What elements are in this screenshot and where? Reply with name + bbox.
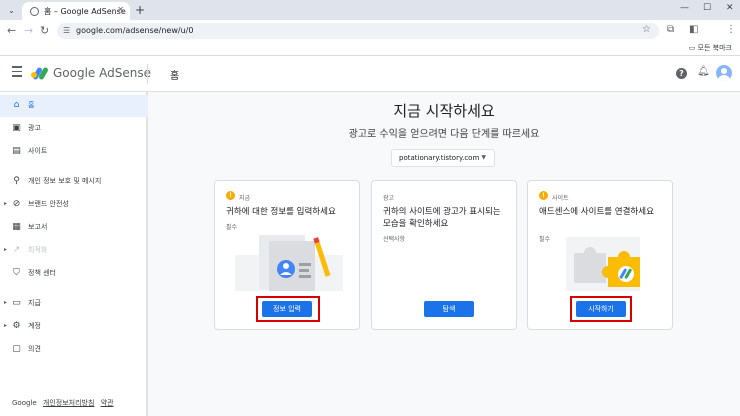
tab-title: 홈 – Google AdSense xyxy=(44,7,126,16)
sidebar-item-label: 브랜드 안전성 xyxy=(28,200,69,208)
terms-link[interactable]: 약관 xyxy=(101,399,114,407)
reload-icon[interactable]: ↻ xyxy=(40,24,49,37)
adsense-logo xyxy=(31,66,49,81)
site-selector-value: potationary.tistory.com xyxy=(399,154,480,162)
tab-close-icon[interactable]: ✕ xyxy=(117,5,124,14)
notifications-icon[interactable]: 🔔︎ xyxy=(697,66,710,77)
sidebar-item-account[interactable]: ▸ ⚙ 계정 xyxy=(0,316,147,338)
privacy-link[interactable]: 개인정보처리방침 xyxy=(43,399,95,407)
warning-icon: ! xyxy=(226,191,235,200)
close-window-icon[interactable]: ✕ xyxy=(726,3,734,13)
sidebar-item-label: 정책 센터 xyxy=(28,269,56,277)
expand-caret-icon: ▸ xyxy=(4,200,8,207)
payments-icon: ▭ xyxy=(12,298,21,308)
warning-icon: ! xyxy=(539,191,548,200)
new-tab-icon[interactable]: + xyxy=(135,3,145,17)
all-bookmarks[interactable]: ▭ 모든 북마크 xyxy=(689,43,732,53)
browser-menu-icon[interactable]: ⋮ xyxy=(726,24,736,35)
sidebar-item-policy-center[interactable]: ⛉ 정책 센터 xyxy=(0,263,147,285)
card-tag: 사이트 xyxy=(552,195,569,202)
bookmarks-bar: ▭ 모든 북마크 xyxy=(0,42,740,56)
browser-tab[interactable]: 홈 – Google AdSense ✕ xyxy=(22,2,130,20)
browser-toolbar: ← → ↻ ☰ google.com/adsense/new/u/0 ☆ ⧉ ◧… xyxy=(0,20,740,42)
sidebar-item-label: 사이트 xyxy=(28,147,48,155)
expand-caret-icon: ▸ xyxy=(4,322,8,329)
sidebar-item-label: 개인 정보 보호 및 메시지 xyxy=(28,177,102,185)
card-tag: 지금 xyxy=(239,195,251,202)
sidebar-item-label: 최적화 xyxy=(28,246,48,254)
sidebar-item-label: 홈 xyxy=(28,101,35,109)
sidebar-item-label: 의견 xyxy=(28,345,41,353)
highlight-box xyxy=(256,296,320,322)
sidebar-item-label: 계정 xyxy=(28,322,41,330)
footer-google: Google xyxy=(12,399,37,407)
url-text: google.com/adsense/new/u/0 xyxy=(76,26,194,35)
sidebar-item-label: 지급 xyxy=(28,299,41,307)
bookmark-star-icon[interactable]: ☆ xyxy=(642,24,651,35)
site-info-icon[interactable]: ☰ xyxy=(63,26,70,35)
card-title: 귀하의 사이트에 광고가 표시되는 모습을 확인하세요 xyxy=(383,207,501,229)
globe-icon xyxy=(30,7,39,16)
profile-form-illustration xyxy=(235,235,343,291)
block-icon: ⊘ xyxy=(12,199,21,209)
menu-icon[interactable] xyxy=(12,66,22,80)
back-icon[interactable]: ← xyxy=(7,24,16,37)
highlight-box xyxy=(570,296,632,322)
maximize-icon[interactable]: ☐ xyxy=(703,3,711,13)
sidebar-item-label: 광고 xyxy=(28,124,41,132)
trending-icon: ↗ xyxy=(12,245,21,255)
minimize-icon[interactable]: — xyxy=(680,3,689,13)
feedback-icon: ▢ xyxy=(12,344,21,354)
dropdown-arrow-icon: ▼ xyxy=(481,154,486,161)
card-tag: 광고 xyxy=(383,195,395,202)
home-icon: ⌂ xyxy=(13,100,20,110)
tab-search-icon[interactable]: ⌄ xyxy=(5,4,18,17)
ads-icon: ▣ xyxy=(12,123,21,133)
page-title: 홈 xyxy=(170,71,180,82)
sites-icon: ▤ xyxy=(12,146,21,156)
expand-caret-icon: ▸ xyxy=(4,246,8,253)
card-ads-preview: 광고 귀하의 사이트에 광고가 표시되는 모습을 확인하세요 선택사항 탐색 xyxy=(371,180,517,330)
sidebar-item-ads[interactable]: ▣ 광고 xyxy=(0,118,147,140)
report-icon: ▦ xyxy=(12,222,21,232)
card-note: 선택사항 xyxy=(383,236,406,243)
brand-name: Google AdSense xyxy=(53,66,151,80)
app-header: Google AdSense 홈 ? 🔔︎ xyxy=(0,56,740,92)
main-title: 지금 시작하세요 xyxy=(393,102,495,120)
sidebar-footer: Google 개인정보처리방침 약관 xyxy=(12,398,118,408)
extensions-icon[interactable]: ⧉ xyxy=(667,24,674,35)
puzzle-illustration xyxy=(566,237,640,291)
card-info: ! 지금 귀하에 대한 정보를 입력하세요 필수 정보 입력 xyxy=(214,180,360,330)
sidebar-item-brand-safety[interactable]: ▸ ⊘ 브랜드 안전성 xyxy=(0,194,147,216)
card-note: 필수 xyxy=(226,224,238,231)
sidebar: ⌂ 홈 ▣ 광고 ▤ 사이트 ⚲ 개인 정보 보호 및 메시지 ▸ ⊘ 브랜드 … xyxy=(0,92,162,416)
sidebar-item-label: 보고서 xyxy=(28,223,48,231)
help-icon[interactable]: ? xyxy=(676,68,687,79)
sidebar-item-reports[interactable]: ▦ 보고서 xyxy=(0,217,147,239)
address-bar[interactable]: ☰ google.com/adsense/new/u/0 ☆ xyxy=(57,23,659,39)
forward-icon[interactable]: → xyxy=(24,24,33,37)
main-subtitle: 광고로 수익을 얻으려면 다음 단계를 따르세요 xyxy=(348,129,540,140)
folder-icon: ▭ xyxy=(688,44,698,52)
card-connect-site: ! 사이트 애드센스에 사이트를 연결하세요 필수 시작하기 xyxy=(527,180,673,330)
sidebar-item-sites[interactable]: ▤ 사이트 xyxy=(0,141,147,163)
site-selector[interactable]: potationary.tistory.com ▼ xyxy=(391,149,495,167)
header-divider xyxy=(147,64,148,84)
sidebar-item-optimization[interactable]: ▸ ↗ 최적화 xyxy=(0,240,147,262)
card-title: 귀하에 대한 정보를 입력하세요 xyxy=(226,207,336,217)
privacy-icon: ⚲ xyxy=(13,176,20,186)
explore-button[interactable]: 탐색 xyxy=(424,301,474,317)
card-title: 애드센스에 사이트를 연결하세요 xyxy=(539,207,654,217)
sidebar-item-payments[interactable]: ▸ ▭ 지급 xyxy=(0,293,147,315)
sidebar-item-home[interactable]: ⌂ 홈 xyxy=(0,95,162,117)
side-panel-icon[interactable]: ◧ xyxy=(689,24,698,35)
expand-caret-icon: ▸ xyxy=(4,299,8,306)
sidebar-item-privacy[interactable]: ⚲ 개인 정보 보호 및 메시지 xyxy=(0,171,147,193)
browser-tab-strip: ⌄ 홈 – Google AdSense ✕ + — ☐ ✕ xyxy=(0,0,740,20)
shield-icon: ⛉ xyxy=(13,268,20,278)
main-content: 지금 시작하세요 광고로 수익을 얻으려면 다음 단계를 따르세요 potati… xyxy=(148,92,740,416)
avatar[interactable] xyxy=(716,65,732,81)
sidebar-item-feedback[interactable]: ▢ 의견 xyxy=(0,339,147,361)
gear-icon: ⚙ xyxy=(12,321,21,331)
